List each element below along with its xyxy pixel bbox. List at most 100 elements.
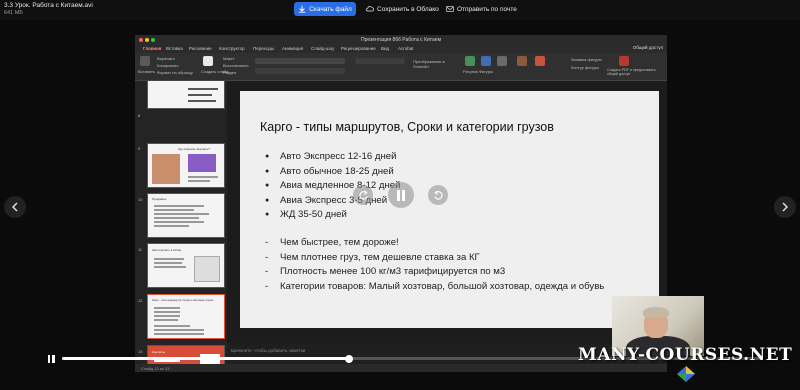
list-item: Плотность менее 100 кг/м3 тарифицируется… bbox=[265, 265, 604, 280]
presenter-hair bbox=[643, 307, 669, 317]
acrobat-pdf-icon[interactable] bbox=[619, 56, 629, 66]
notes-dash-list: Чем быстрее, тем дороже! Чем плотнее гру… bbox=[265, 236, 604, 294]
pause-overlay-button[interactable] bbox=[388, 182, 414, 208]
thumbnail-number: 13 bbox=[138, 349, 143, 354]
slide-thumbnail[interactable]: Как покупать в Китае bbox=[147, 243, 225, 288]
slide-thumbnail[interactable]: Где сначала покупать? bbox=[147, 143, 225, 188]
file-size: 641 МБ bbox=[4, 10, 23, 16]
list-item: ЖД 35-50 дней bbox=[265, 208, 401, 223]
thumbnail-title: Как покупать в Китае bbox=[152, 248, 182, 252]
thumbnail-number: 12 bbox=[138, 298, 143, 303]
shapes-icon[interactable] bbox=[481, 56, 491, 66]
new-slide-icon[interactable] bbox=[203, 56, 213, 66]
paste-label: Вставить bbox=[138, 69, 155, 74]
watermark-text: MANY-COURSES.NET bbox=[578, 345, 793, 365]
list-item: Категории товаров: Малый хозтовар, больш… bbox=[265, 280, 604, 295]
viewer-top-bar: 3.3 Урок. Работа с Китаем.avi 641 МБ Ска… bbox=[0, 0, 800, 20]
cut-label[interactable]: Вырезать bbox=[157, 56, 175, 61]
tab-home[interactable]: Главная bbox=[143, 46, 161, 51]
cloud-icon bbox=[366, 6, 374, 12]
status-bar: Слайд 13 из 33 bbox=[135, 364, 667, 372]
slide-thumbnail[interactable]: Контакты bbox=[147, 345, 225, 364]
format-painter-label[interactable]: Формат по образцу bbox=[157, 70, 193, 75]
slide-thumbnails-pane: 8 9 Где сначала покупать? 10 Продавцы 11 bbox=[135, 81, 227, 364]
copy-label[interactable]: Копировать bbox=[157, 63, 179, 68]
font-selector[interactable] bbox=[255, 58, 345, 64]
slide-thumbnail-current[interactable]: Карго - типы маршрутов, Сроки и категори… bbox=[147, 294, 225, 339]
thumbnail-number: 8 bbox=[138, 113, 141, 118]
list-item: Чем быстрее, тем дороже! bbox=[265, 236, 604, 251]
share-button[interactable]: Общий доступ bbox=[633, 45, 663, 50]
send-by-mail-label: Отправить по почте bbox=[457, 5, 517, 13]
progress-fill bbox=[62, 357, 349, 360]
list-item: Авто обычное 18-25 дней bbox=[265, 165, 401, 180]
next-file-button[interactable] bbox=[774, 196, 796, 218]
pause-icon-bar bbox=[52, 355, 55, 363]
pause-icon bbox=[397, 189, 405, 201]
picture-icon[interactable] bbox=[465, 56, 475, 66]
previous-file-button[interactable] bbox=[4, 196, 26, 218]
save-to-cloud-button[interactable]: Сохранить в Облако bbox=[366, 3, 439, 15]
slide-title: Карго - типы маршрутов, Сроки и категори… bbox=[260, 120, 554, 134]
app-title-bar: Презентация 866 Работа с Китаем bbox=[135, 35, 667, 45]
video-frame[interactable]: Презентация 866 Работа с Китаем Главная … bbox=[135, 35, 667, 372]
download-button[interactable]: Скачать файл bbox=[294, 2, 356, 16]
thumbnail-title: Карго - типы маршрутов, Сроки и категори… bbox=[152, 299, 213, 302]
shape-fill-label[interactable]: Заливка фигуры bbox=[571, 57, 602, 62]
tab-design[interactable]: Конструктор bbox=[219, 46, 245, 51]
notes-placeholder: Щелкните, чтобы добавить заметки bbox=[231, 348, 306, 353]
paste-icon[interactable] bbox=[140, 56, 150, 66]
rewind-button[interactable] bbox=[353, 185, 373, 205]
app-window-title: Презентация 866 Работа с Китаем bbox=[360, 37, 442, 43]
list-item: Чем плотнее груз, тем дешевле ставка за … bbox=[265, 251, 604, 266]
font-format-controls[interactable] bbox=[255, 68, 345, 74]
list-item: Авиа медленное 8-12 дней bbox=[265, 179, 401, 194]
tab-animations[interactable]: Анимация bbox=[282, 46, 303, 51]
building-photo bbox=[152, 154, 180, 184]
product-image bbox=[188, 154, 216, 172]
list-item: Авто Экспресс 12-16 дней bbox=[265, 150, 401, 165]
layout-label[interactable]: Макет bbox=[223, 56, 234, 61]
tab-view[interactable]: Вид bbox=[381, 46, 389, 51]
slide-thumbnail[interactable]: Продавцы bbox=[147, 193, 225, 238]
paragraph-controls[interactable] bbox=[355, 58, 405, 64]
tab-transitions[interactable]: Переходы bbox=[253, 46, 274, 51]
tab-draw[interactable]: Рисование bbox=[189, 46, 212, 51]
video-viewer-page: 3.3 Урок. Работа с Китаем.avi 641 МБ Ска… bbox=[0, 0, 800, 390]
progress-scrubber[interactable] bbox=[345, 354, 353, 363]
thumbnail-title: Продавцы bbox=[152, 197, 167, 201]
send-by-mail-button[interactable]: Отправить по почте bbox=[446, 3, 517, 15]
ribbon-tabs: Главная Вставка Рисование Конструктор Пе… bbox=[135, 45, 667, 53]
chevron-right-icon bbox=[782, 202, 789, 212]
list-item: Авиа Экспресс 3-5 дней bbox=[265, 194, 401, 209]
thumbnail-number: 11 bbox=[138, 247, 143, 252]
tab-slideshow[interactable]: Слайд-шоу bbox=[311, 46, 334, 51]
convert-smartart-label[interactable]: Преобразовать в SmartArt bbox=[413, 59, 453, 69]
reset-label[interactable]: Восстановить bbox=[223, 63, 249, 68]
ribbon-toolbar: Вставить Вырезать Копировать Формат по о… bbox=[135, 53, 667, 81]
forward-button[interactable] bbox=[428, 185, 448, 205]
picture-label: Рисунок bbox=[463, 69, 479, 74]
tab-insert[interactable]: Вставка bbox=[166, 46, 183, 51]
slide-thumbnail[interactable] bbox=[147, 81, 225, 109]
tab-review[interactable]: Рецензирование bbox=[341, 46, 376, 51]
section-label[interactable]: Раздел bbox=[223, 70, 236, 75]
rewind-icon bbox=[358, 189, 368, 200]
pause-button[interactable] bbox=[46, 354, 56, 364]
thumbnail-title: Где сначала покупать? bbox=[178, 147, 210, 151]
download-icon bbox=[299, 5, 306, 13]
textbox-icon[interactable] bbox=[497, 56, 507, 66]
current-slide: Карго - типы маршрутов, Сроки и категори… bbox=[240, 91, 659, 328]
chevron-left-icon bbox=[11, 202, 18, 212]
thumbnail-title: Контакты bbox=[152, 350, 165, 354]
screenshot-image bbox=[194, 256, 220, 282]
file-name: 3.3 Урок. Работа с Китаем.avi bbox=[4, 2, 93, 9]
route-bullet-list: Авто Экспресс 12-16 дней Авто обычное 18… bbox=[265, 150, 401, 223]
pause-icon-bar bbox=[47, 355, 50, 363]
create-pdf-label: Создать PDF и предоставить общий доступ bbox=[607, 68, 656, 76]
quick-styles-icon[interactable] bbox=[535, 56, 545, 66]
slide-counter: Слайд 13 из 33 bbox=[141, 366, 170, 371]
arrange-icon[interactable] bbox=[517, 56, 527, 66]
shape-outline-label[interactable]: Контур фигуры bbox=[571, 65, 599, 70]
tab-acrobat[interactable]: Acrobat bbox=[398, 46, 414, 51]
